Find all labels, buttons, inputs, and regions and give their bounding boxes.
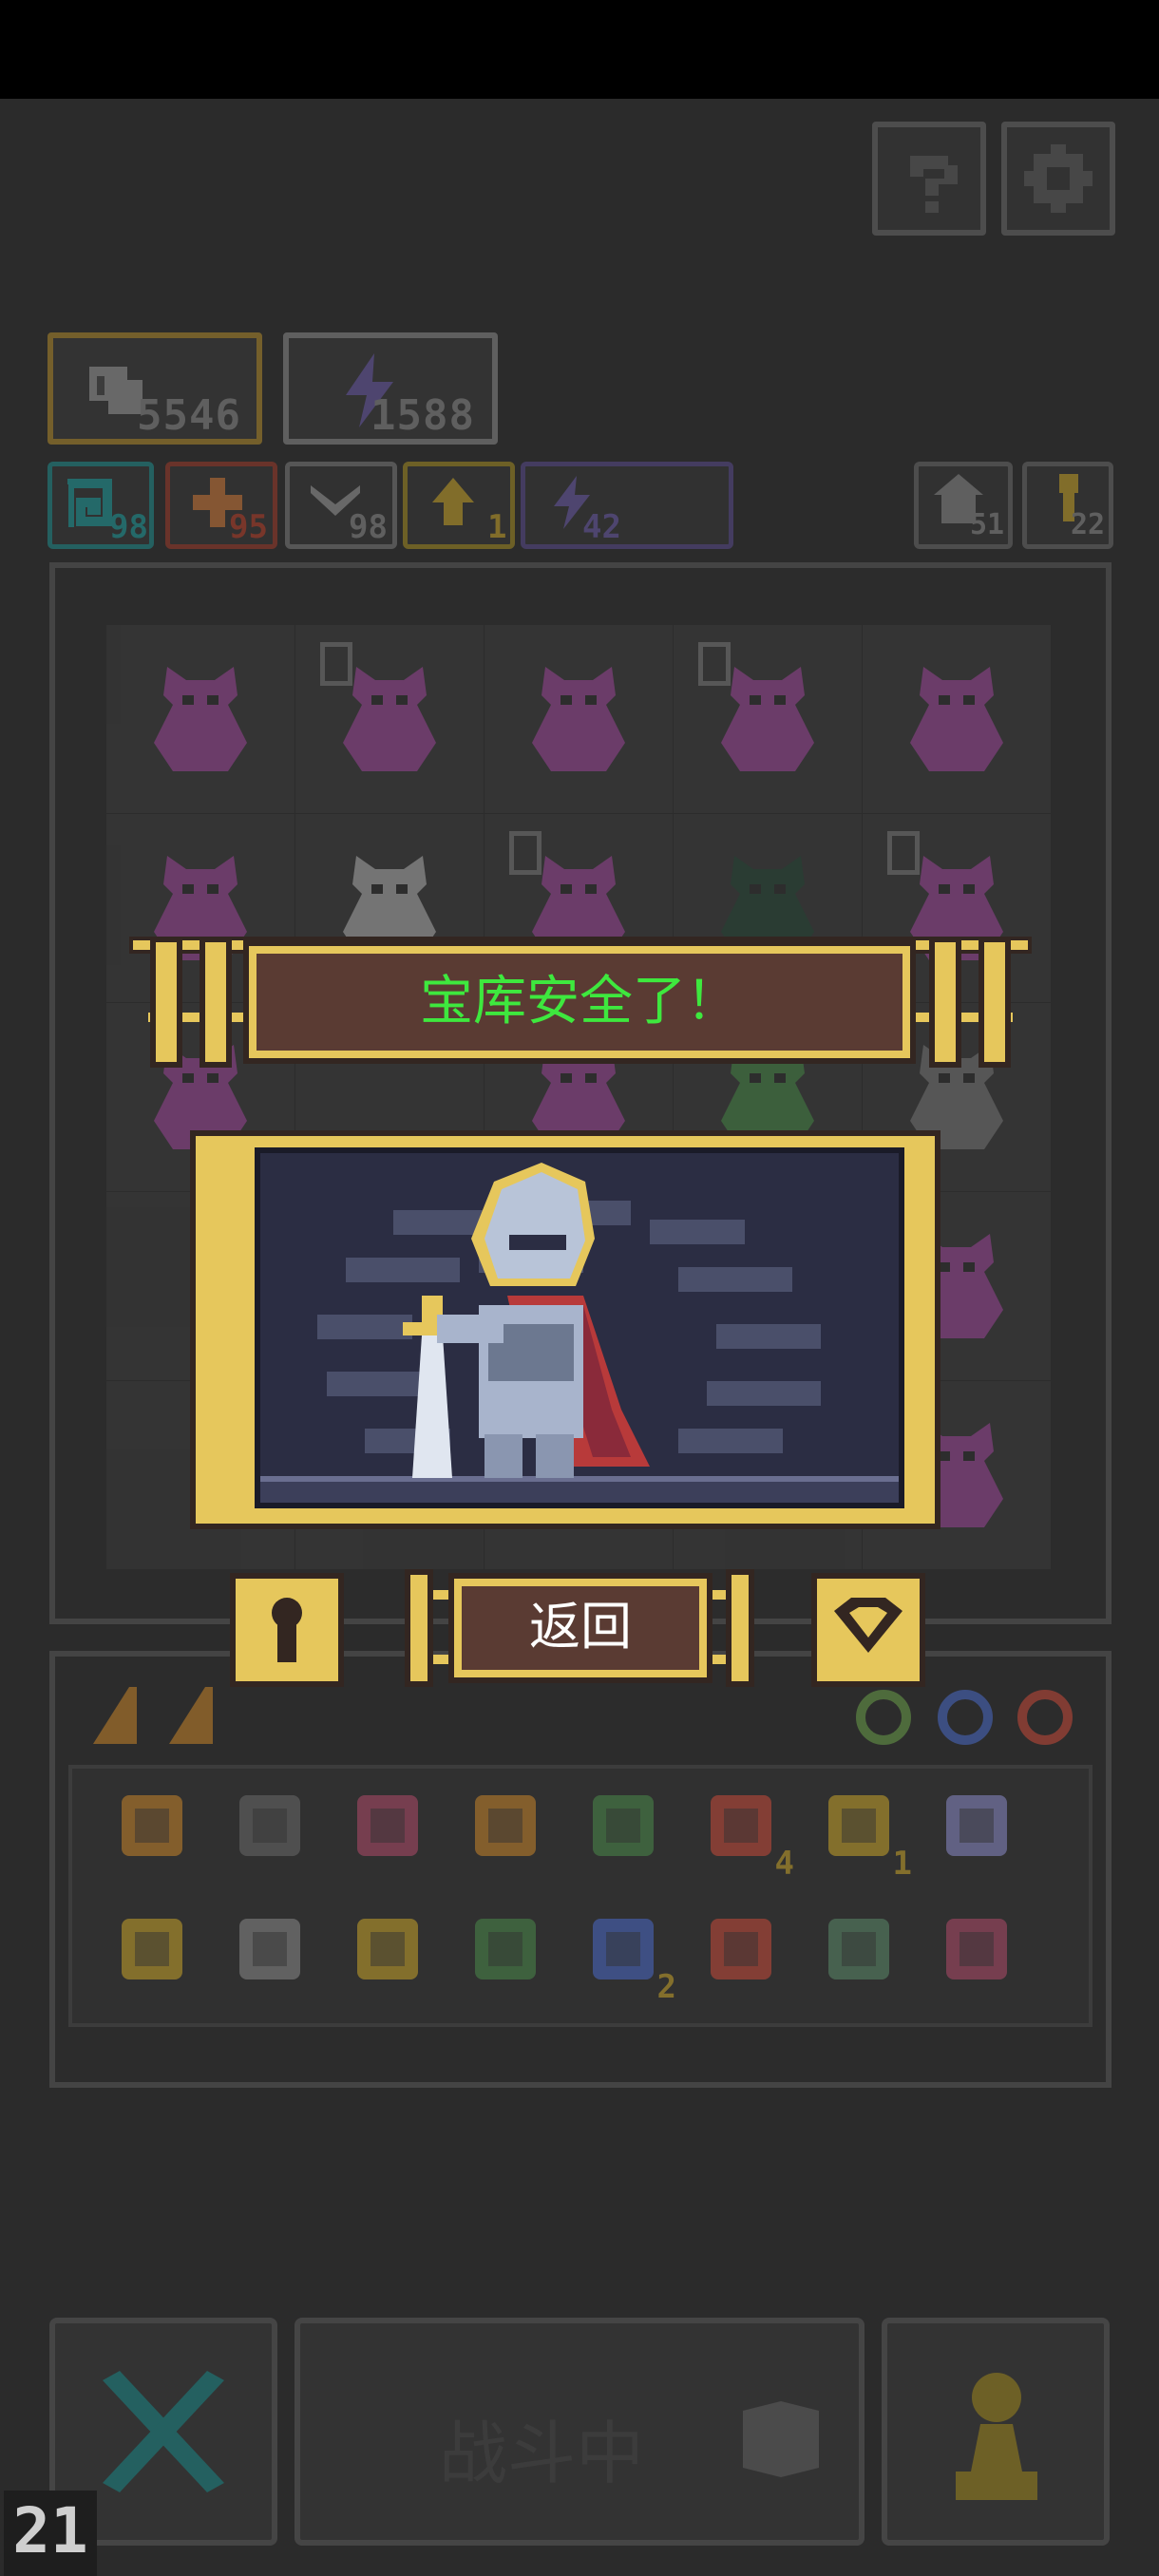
arrow-icon xyxy=(711,1919,771,1979)
demon-icon xyxy=(532,667,625,771)
inventory-item[interactable] xyxy=(458,1902,562,2006)
armor-icon xyxy=(122,1795,182,1856)
board-cell[interactable] xyxy=(295,625,484,813)
inventory-item[interactable] xyxy=(929,1778,1034,1883)
energy-stat: 1588 xyxy=(283,332,498,445)
resource-energy: 42 xyxy=(521,462,733,549)
demon-icon xyxy=(154,667,247,771)
help-button[interactable] xyxy=(872,122,986,236)
inventory-items: 4 1 2 xyxy=(104,1778,1054,2025)
back-button[interactable]: 返回 xyxy=(454,1579,707,1677)
item-count: 4 xyxy=(774,1845,794,1883)
key-counter: 22 xyxy=(1022,462,1113,549)
resource-value: 1 xyxy=(487,508,507,546)
ring-icon xyxy=(856,1690,1073,1745)
title-banner: 宝库安全了！ xyxy=(249,946,910,1058)
energy-value: 1588 xyxy=(370,391,475,440)
level-badge xyxy=(320,642,352,686)
level-badge xyxy=(887,831,920,875)
gear-icon xyxy=(1024,144,1092,213)
crossed-swords-icon xyxy=(103,2371,224,2492)
board-cell[interactable] xyxy=(674,625,862,813)
flag-icon xyxy=(743,2401,819,2477)
up-arrow-icon xyxy=(432,478,474,525)
item-count: 1 xyxy=(892,1845,912,1883)
knight-icon xyxy=(260,1163,899,1503)
board-cell[interactable] xyxy=(484,625,673,813)
resource-wing: 98 xyxy=(285,462,397,549)
rings-row xyxy=(846,1679,1092,1755)
inventory-item[interactable] xyxy=(694,1902,798,2006)
resource-value: 95 xyxy=(229,508,268,546)
attack-stat: 5546 xyxy=(48,332,262,445)
dagger-icon xyxy=(946,1795,1007,1856)
board-cell[interactable] xyxy=(863,625,1051,813)
keyhole-icon xyxy=(230,1573,344,1687)
corner-counter: 21 xyxy=(4,2491,97,2576)
demon-icon xyxy=(910,667,1003,771)
staff-icon xyxy=(122,1919,182,1979)
attack-value: 5546 xyxy=(137,391,241,440)
title-text: 宝库安全了！ xyxy=(420,971,739,1032)
inventory-item[interactable] xyxy=(222,1902,327,2006)
level-badge xyxy=(509,831,542,875)
resource-value: 42 xyxy=(582,508,621,546)
level-badge xyxy=(698,642,731,686)
inventory-item[interactable] xyxy=(340,1778,445,1883)
resource-value: 98 xyxy=(109,508,148,546)
house-value: 51 xyxy=(970,508,1005,541)
inventory-item[interactable] xyxy=(104,1778,209,1883)
back-label: 返回 xyxy=(529,1597,632,1657)
battle-label: 战斗中 xyxy=(439,2414,645,2493)
heart-shield-icon xyxy=(811,1573,925,1687)
inventory-item[interactable] xyxy=(104,1902,209,2006)
resource-value: 98 xyxy=(349,508,388,546)
inventory-item[interactable]: 4 xyxy=(694,1778,798,1883)
pawn-icon xyxy=(956,2373,1037,2500)
board-cell[interactable] xyxy=(106,625,294,813)
lever-icon xyxy=(239,1919,300,1979)
key-value: 22 xyxy=(1071,508,1106,541)
trident-icon xyxy=(357,1919,418,1979)
helmet-icon xyxy=(357,1795,418,1856)
bell-icon xyxy=(828,1919,889,1979)
battle-button[interactable]: 战斗中 xyxy=(294,2318,864,2546)
character-button[interactable] xyxy=(882,2318,1110,2546)
settings-button[interactable] xyxy=(1001,122,1115,236)
resource-swirl: 98 xyxy=(48,462,154,549)
status-bar xyxy=(0,0,1159,99)
cheese-stack xyxy=(87,1677,249,1757)
inventory-item[interactable] xyxy=(929,1902,1034,2006)
resource-cross: 95 xyxy=(165,462,277,549)
inventory-item[interactable] xyxy=(340,1902,445,2006)
inventory-item[interactable] xyxy=(222,1778,327,1883)
map-icon xyxy=(593,1795,654,1856)
rune-icon xyxy=(475,1919,536,1979)
resource-upgrade: 1 xyxy=(403,462,515,549)
shield-icon xyxy=(239,1795,300,1856)
inventory-item[interactable]: 2 xyxy=(576,1902,680,2006)
question-icon xyxy=(910,156,958,213)
keyhole-button[interactable] xyxy=(230,1573,344,1687)
inventory-item[interactable] xyxy=(811,1902,916,2006)
gem-icon xyxy=(475,1795,536,1856)
heart-button[interactable] xyxy=(811,1573,925,1687)
inventory-item[interactable]: 1 xyxy=(811,1778,916,1883)
item-count: 2 xyxy=(656,1968,676,2006)
cheese-icon xyxy=(93,1687,213,1744)
house-counter: 51 xyxy=(914,462,1013,549)
victory-scene xyxy=(255,1147,904,1508)
inventory-item[interactable] xyxy=(458,1778,562,1883)
spear-icon xyxy=(946,1919,1007,1979)
inventory-item[interactable] xyxy=(576,1778,680,1883)
